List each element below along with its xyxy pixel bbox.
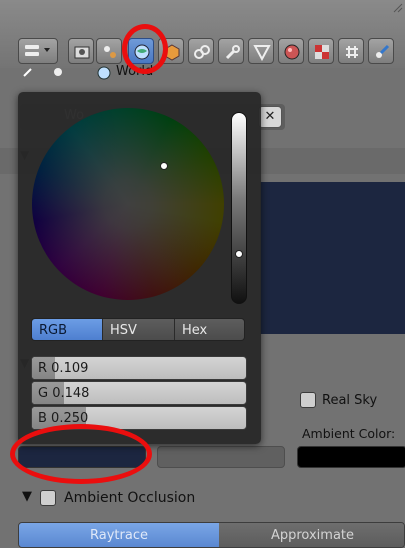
value-slider[interactable] [231,112,247,304]
green-field[interactable]: G 0.148 [31,381,247,405]
red-field[interactable]: R 0.109 [31,356,247,380]
value-slider-handle[interactable] [235,250,243,258]
annotation-circle-horizon-color [10,424,152,484]
real-sky-label: Real Sky [322,393,378,408]
texture-icon [315,45,329,59]
rgb-fields: R 0.109 G 0.148 B 0.250 [31,356,247,430]
material-icon [284,44,300,60]
modifiers-icon [225,45,240,60]
ambient-color-swatch[interactable] [297,446,405,468]
render-layers-icon [104,46,116,58]
ambient-color-label: Ambient Color: [302,426,396,441]
ao-gather-tabs: Raytrace Approximate [18,522,405,548]
ambient-occlusion-checkbox[interactable] [40,490,56,506]
particles-tab[interactable] [338,38,364,64]
data-icon [253,45,271,61]
render-camera-icon [74,46,90,59]
particles-icon [346,46,358,58]
modifiers-tab[interactable] [218,38,244,64]
material-tab[interactable] [278,38,304,64]
unlink-world-button[interactable]: ✕ [258,106,282,128]
editor-type-icon [25,45,50,56]
constraints-icon [194,45,210,59]
pin-icon[interactable] [22,66,34,78]
zenith-color-swatch[interactable] [157,446,285,468]
ambient-occlusion-header[interactable] [0,484,405,512]
world-preview [260,182,405,334]
ambient-occlusion-label: Ambient Occlusion [64,490,196,506]
physics-icon [376,44,390,58]
scene-icon [54,68,62,76]
annotation-circle-world-tab [122,24,168,74]
tab-hsv[interactable]: HSV [103,319,175,340]
editor-type-button[interactable] [18,38,58,64]
tab-approximate[interactable]: Approximate [219,523,404,547]
hue-saturation-wheel[interactable] [32,108,224,300]
color-mode-tabs: RGB HSV Hex [31,318,245,341]
tab-raytrace[interactable]: Raytrace [19,523,219,547]
corner-grip-icon[interactable] [393,2,403,17]
breadcrumb: World [18,62,218,82]
properties-header [0,0,405,68]
world-small-icon [97,66,111,80]
texture-tab[interactable] [308,38,334,64]
real-sky-checkbox[interactable] [300,392,316,408]
tab-hex[interactable]: Hex [175,319,244,340]
constraints-tab[interactable] [188,38,214,64]
data-tab[interactable] [248,38,274,64]
green-value: G 0.148 [38,386,90,401]
red-value: R 0.109 [38,361,89,376]
render-layers-tab[interactable] [96,38,122,64]
wheel-cursor[interactable] [160,162,168,170]
render-tab[interactable] [68,38,94,64]
tab-rgb[interactable]: RGB [32,319,103,340]
physics-tab[interactable] [368,38,394,64]
ao-expand-arrow-icon[interactable]: ▼ [22,489,32,504]
